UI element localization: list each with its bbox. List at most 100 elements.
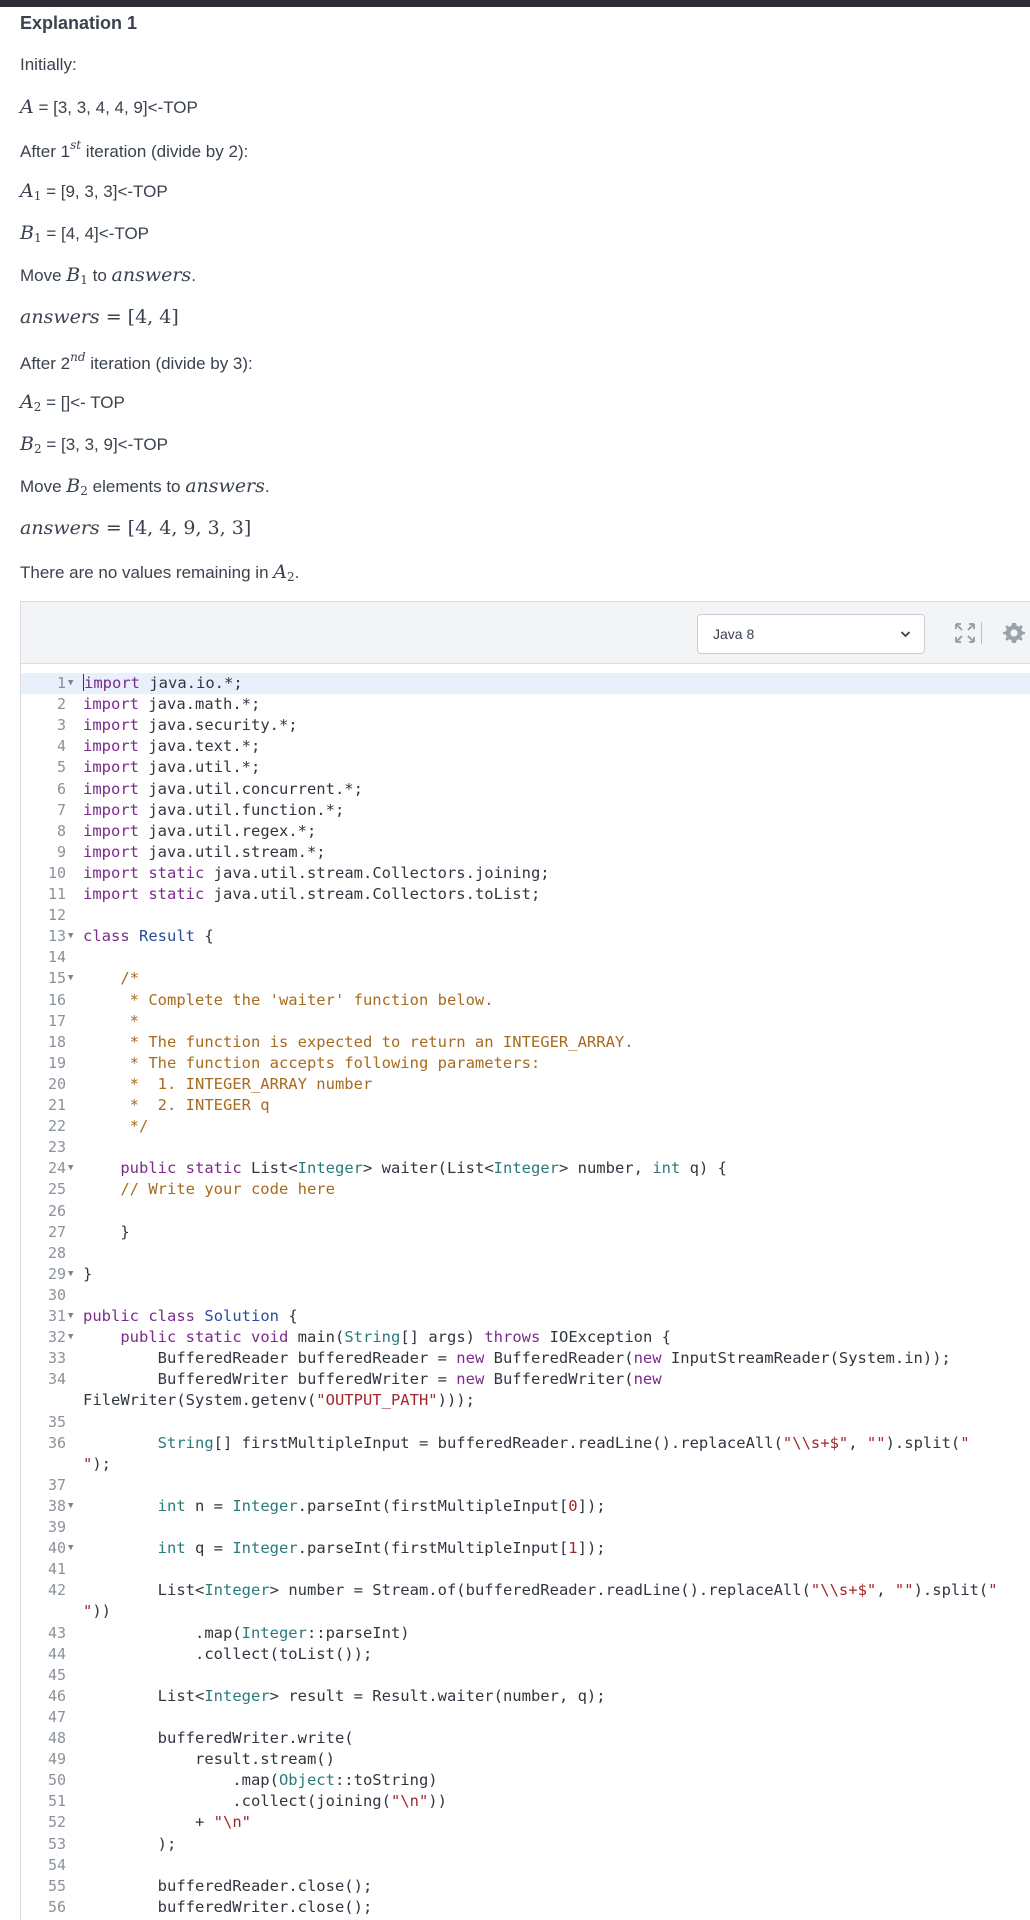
code-line[interactable]: 36 String[] firstMultipleInput = buffere… bbox=[21, 1433, 1030, 1454]
code-line[interactable]: 43 .map(Integer::parseInt) bbox=[21, 1623, 1030, 1644]
fold-toggle-icon[interactable]: ▼ bbox=[68, 968, 78, 989]
code-token: .parseInt(firstMultipleInput[ bbox=[297, 1496, 569, 1515]
code-token: q = bbox=[185, 1539, 233, 1558]
fold-toggle-icon[interactable]: ▼ bbox=[68, 1327, 78, 1348]
code-line[interactable]: 1 ▼ import java.io.*; bbox=[21, 673, 1030, 694]
code-token: .map( bbox=[83, 1771, 279, 1790]
code-line[interactable]: 23 bbox=[21, 1137, 1030, 1158]
code-line[interactable]: 34 BufferedWriter bufferedWriter = new B… bbox=[21, 1369, 1030, 1390]
line-number: 23 bbox=[47, 1138, 66, 1157]
code-line[interactable]: 12 bbox=[21, 905, 1030, 926]
code-line[interactable]: 3 import java.security.*; bbox=[21, 715, 1030, 736]
code-token: BufferedReader bufferedReader = bbox=[83, 1349, 457, 1368]
code-token: Object bbox=[278, 1771, 335, 1790]
explanation-title: Explanation 1 bbox=[20, 13, 138, 33]
code-text: .collect(joining("\n")) bbox=[83, 1791, 447, 1812]
code-line[interactable]: 41 bbox=[21, 1559, 1030, 1580]
code-text: public static void main(String[] args) t… bbox=[83, 1327, 671, 1348]
code-line[interactable]: 39 bbox=[21, 1517, 1030, 1538]
move-b1-line: Move B1 to answers. bbox=[20, 264, 196, 287]
code-line[interactable]: 31 ▼ public class Solution { bbox=[21, 1306, 1030, 1327]
code-line[interactable]: 4 import java.text.*; bbox=[21, 736, 1030, 757]
code-token: > number = Stream.of(bufferedReader.read… bbox=[269, 1581, 811, 1600]
code-line[interactable]: 38 ▼ int n = Integer.parseInt(firstMultip… bbox=[21, 1496, 1030, 1517]
fold-toggle-icon[interactable]: ▼ bbox=[68, 1264, 78, 1285]
fold-toggle-icon[interactable]: ▼ bbox=[68, 1306, 78, 1327]
code-line[interactable]: 51 .collect(joining("\n")) bbox=[21, 1791, 1030, 1812]
code-line[interactable]: 10 import static java.util.stream.Collect… bbox=[21, 863, 1030, 884]
code-line[interactable]: 45 bbox=[21, 1665, 1030, 1686]
code-token: Integer bbox=[204, 1581, 270, 1600]
toolbar-divider bbox=[981, 622, 982, 644]
code-line[interactable]: 24 ▼ public static List<Integer> waiter(L… bbox=[21, 1158, 1030, 1179]
language-select[interactable]: Java 8 bbox=[697, 614, 925, 654]
code-line[interactable]: 35 bbox=[21, 1412, 1030, 1433]
code-line[interactable]: 5 import java.util.*; bbox=[21, 757, 1030, 778]
code-line[interactable]: 47 bbox=[21, 1707, 1030, 1728]
code-line[interactable]: 7 import java.util.function.*; bbox=[21, 800, 1030, 821]
code-line[interactable]: 22 */ bbox=[21, 1116, 1030, 1137]
code-line[interactable]: "); bbox=[21, 1454, 1030, 1475]
line-number: 31 bbox=[47, 1307, 66, 1325]
fold-toggle-icon[interactable]: ▼ bbox=[68, 926, 78, 947]
code-line[interactable]: 6 import java.util.concurrent.*; bbox=[21, 779, 1030, 800]
code-line[interactable]: 17 * bbox=[21, 1011, 1030, 1032]
code-line[interactable]: 40 ▼ int q = Integer.parseInt(firstMultip… bbox=[21, 1538, 1030, 1559]
code-line[interactable]: 53 ); bbox=[21, 1834, 1030, 1855]
code-token: List< bbox=[83, 1581, 205, 1600]
code-line[interactable]: 25 // Write your code here bbox=[21, 1179, 1030, 1200]
code-line[interactable]: 20 * 1. INTEGER_ARRAY number bbox=[21, 1074, 1030, 1095]
code-line[interactable]: 19 * The function accepts following para… bbox=[21, 1053, 1030, 1074]
code-line[interactable]: 30 bbox=[21, 1285, 1030, 1306]
line-number: 11 bbox=[47, 885, 66, 903]
code-line[interactable]: 54 bbox=[21, 1855, 1030, 1876]
code-line[interactable]: 42 List<Integer> number = Stream.of(buff… bbox=[21, 1580, 1030, 1601]
code-token: " bbox=[83, 1454, 93, 1473]
code-line[interactable]: 27 } bbox=[21, 1222, 1030, 1243]
code-token: ]); bbox=[577, 1539, 606, 1558]
code-line[interactable]: 8 import java.util.regex.*; bbox=[21, 821, 1030, 842]
code-text: * The function is expected to return an … bbox=[83, 1032, 634, 1053]
code-token: main( bbox=[288, 1328, 345, 1347]
fullscreen-icon[interactable] bbox=[953, 621, 977, 645]
code-token: ); bbox=[83, 1834, 177, 1853]
code-line[interactable]: FileWriter(System.getenv("OUTPUT_PATH"))… bbox=[21, 1390, 1030, 1411]
code-token: ).split( bbox=[913, 1581, 989, 1600]
code-line[interactable]: 21 * 2. INTEGER q bbox=[21, 1095, 1030, 1116]
fold-toggle-icon[interactable]: ▼ bbox=[68, 1538, 78, 1559]
fold-toggle-icon[interactable]: ▼ bbox=[68, 1496, 78, 1517]
code-line[interactable]: ")) bbox=[21, 1601, 1030, 1622]
code-token: /* bbox=[120, 969, 139, 988]
code-line[interactable]: 33 BufferedReader bufferedReader = new B… bbox=[21, 1348, 1030, 1369]
code-line[interactable]: 18 * The function is expected to return … bbox=[21, 1032, 1030, 1053]
code-token: import bbox=[83, 779, 139, 798]
code-line[interactable]: 50 .map(Object::toString) bbox=[21, 1770, 1030, 1791]
code-line[interactable]: 28 bbox=[21, 1243, 1030, 1264]
code-line[interactable]: 15 ▼ /* bbox=[21, 968, 1030, 989]
code-line[interactable]: 9 import java.util.stream.*; bbox=[21, 842, 1030, 863]
code-line[interactable]: 13 ▼ class Result { bbox=[21, 926, 1030, 947]
code-line[interactable]: 29 ▼} bbox=[21, 1264, 1030, 1285]
settings-gear-icon[interactable] bbox=[1002, 621, 1026, 645]
code-token: import bbox=[83, 758, 139, 777]
fold-toggle-icon[interactable]: ▼ bbox=[68, 1158, 78, 1179]
code-line[interactable]: 52 + "\n" bbox=[21, 1812, 1030, 1833]
code-line[interactable]: 44 .collect(toList()); bbox=[21, 1644, 1030, 1665]
code-line[interactable]: 14 bbox=[21, 947, 1030, 968]
code-line[interactable]: 11 import static java.util.stream.Collect… bbox=[21, 884, 1030, 905]
code-line[interactable]: 2 import java.math.*; bbox=[21, 694, 1030, 715]
code-line[interactable]: 26 bbox=[21, 1201, 1030, 1222]
code-line[interactable]: 46 List<Integer> result = Result.waiter(… bbox=[21, 1686, 1030, 1707]
fold-toggle-icon[interactable]: ▼ bbox=[68, 673, 78, 694]
stack-b1-line: B1 = [4, 4]<-TOP bbox=[20, 222, 150, 245]
code-text: class Result { bbox=[83, 926, 214, 947]
code-line[interactable]: 16 * Complete the 'waiter' function belo… bbox=[21, 990, 1030, 1011]
code-line[interactable]: 48 bufferedWriter.write( bbox=[21, 1728, 1030, 1749]
code-line[interactable]: 49 result.stream() bbox=[21, 1749, 1030, 1770]
code-line[interactable]: 55 bufferedReader.close(); bbox=[21, 1876, 1030, 1897]
answers-1-line: answers = [4, 4] bbox=[20, 306, 179, 328]
code-line[interactable]: 32 ▼ public static void main(String[] arg… bbox=[21, 1327, 1030, 1348]
code-line[interactable]: 56 bufferedWriter.close(); bbox=[21, 1897, 1030, 1918]
code-line[interactable]: 37 bbox=[21, 1475, 1030, 1496]
code-editor[interactable]: Java 8 1 ▼ import java.io.*; 2 import java.m… bbox=[20, 601, 1030, 1920]
